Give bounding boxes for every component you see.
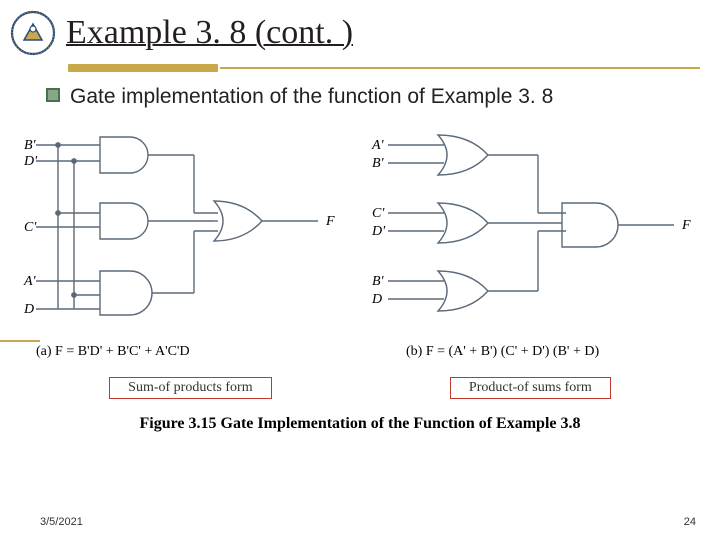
side-rule [0, 340, 40, 342]
circuit-diagrams: B' D' C' A' D F (a) F = B'D' + B'C' + A'… [0, 109, 720, 367]
input-label: B' [372, 156, 385, 171]
output-label: F [325, 214, 335, 229]
input-label: B' [24, 138, 37, 153]
bullet-text: Gate implementation of the function of E… [70, 84, 553, 109]
input-label: D' [371, 224, 386, 239]
footer-date: 3/5/2021 [40, 516, 83, 528]
bullet-item: Gate implementation of the function of E… [0, 80, 720, 109]
slide-title: Example 3. 8 (cont. ) [66, 14, 353, 52]
input-label: B' [372, 274, 385, 289]
university-logo [10, 10, 56, 56]
input-label: C' [372, 206, 385, 221]
output-label: F [681, 218, 691, 233]
slide-header: Example 3. 8 (cont. ) [0, 0, 720, 58]
divider [0, 64, 720, 72]
sop-tag: Sum-of products form [109, 377, 271, 399]
figure-caption: Figure 3.15 Gate Implementation of the F… [0, 415, 720, 433]
bullet-icon [46, 88, 60, 102]
equation-b: (b) F = (A' + B') (C' + D') (B' + D) [406, 344, 599, 359]
pos-tag: Product-of sums form [450, 377, 611, 399]
input-label: D [23, 302, 34, 317]
slide-footer: 3/5/2021 24 [0, 516, 720, 528]
input-label: A' [371, 138, 385, 153]
input-label: A' [23, 274, 37, 289]
sop-circuit: B' D' C' A' D F (a) F = B'D' + B'C' + A'… [18, 131, 354, 367]
input-label: D [371, 292, 382, 307]
equation-a: (a) F = B'D' + B'C' + A'C'D [36, 344, 190, 359]
input-label: D' [23, 154, 38, 169]
footer-page: 24 [684, 516, 696, 528]
pos-circuit: A' B' C' D' B' D F (b) F = (A' + B') (C'… [366, 131, 702, 367]
input-label: C' [24, 220, 37, 235]
tag-row: Sum-of products form Product-of sums for… [0, 377, 720, 399]
